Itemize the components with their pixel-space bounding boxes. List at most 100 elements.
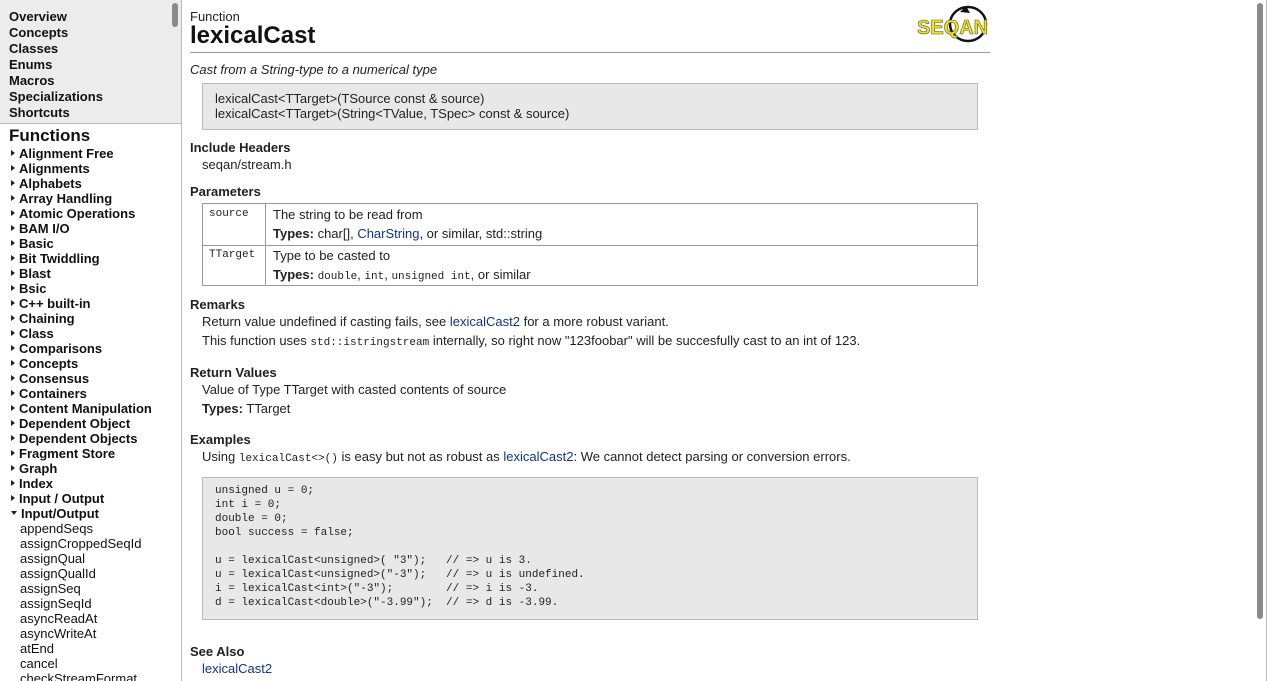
remarks-text: internally, so right now "123foobar" wil… [429, 333, 861, 348]
chevron-right-icon [11, 450, 15, 456]
chevron-right-icon [11, 435, 15, 441]
category-label: Alignments [19, 161, 90, 176]
chevron-right-icon [11, 495, 15, 501]
nav-enums-link[interactable]: Enums [9, 57, 52, 73]
category-item[interactable]: Alphabets [11, 176, 82, 191]
category-item[interactable]: Consensus [11, 371, 89, 386]
category-item[interactable]: Array Handling [11, 191, 112, 206]
category-item[interactable]: Concepts [11, 356, 78, 371]
remarks-line: Return value undefined if casting fails,… [202, 314, 669, 329]
chevron-down-icon [11, 511, 17, 515]
examples-intro: Using lexicalCast<>() is easy but not as… [202, 449, 851, 465]
function-item[interactable]: assignSeqId [20, 596, 92, 611]
function-item[interactable]: asyncReadAt [20, 611, 97, 626]
chevron-right-icon [11, 420, 15, 426]
summary: Cast from a String-type to a numerical t… [190, 62, 438, 77]
nav-specializations-link[interactable]: Specializations [9, 89, 103, 105]
lexicalcast2-link[interactable]: lexicalCast2 [450, 314, 520, 329]
types-list: char[], CharString, or similar, std::str… [318, 226, 543, 241]
category-label: Graph [19, 461, 58, 476]
chevron-right-icon [11, 480, 15, 486]
category-label: Input / Output [19, 491, 105, 506]
chevron-right-icon [11, 195, 15, 201]
see-also-link[interactable]: lexicalCast2 [202, 661, 272, 676]
category-item[interactable]: C++ built-in [11, 296, 91, 311]
category-label: Blast [19, 266, 51, 281]
function-item[interactable]: cancel [20, 656, 58, 671]
include-value: seqan/stream.h [202, 157, 292, 172]
category-label: Chaining [19, 311, 75, 326]
lexicalcast2-link[interactable]: lexicalCast2 [503, 449, 573, 464]
param-name: TTarget [209, 249, 256, 261]
table-row: source The string to be read from Types:… [203, 204, 977, 246]
category-item[interactable]: Blast [11, 266, 51, 281]
type-link[interactable]: CharString [357, 226, 419, 241]
function-item[interactable]: assignCroppedSeqId [20, 536, 141, 551]
type-text: char[] [317, 226, 351, 241]
chevron-right-icon [11, 240, 15, 246]
returns-heading: Return Values [190, 365, 277, 380]
function-item[interactable]: asyncWriteAt [20, 626, 96, 641]
category-item[interactable]: BAM I/O [11, 221, 70, 236]
function-item[interactable]: checkStreamFormat [20, 671, 137, 681]
category-item[interactable]: Input / Output [11, 491, 104, 506]
category-item[interactable]: Comparisons [11, 341, 102, 356]
category-item[interactable]: Basic [11, 236, 54, 251]
category-label: Bsic [19, 281, 47, 296]
category-expanded[interactable]: Input/Output [11, 506, 99, 521]
category-label: Bit Twiddling [19, 251, 100, 266]
nav-overview-link[interactable]: Overview [9, 9, 67, 25]
nav-macros-link[interactable]: Macros [9, 73, 55, 89]
returns-desc: Value of Type TTarget with casted conten… [202, 382, 507, 397]
page-scrollbar[interactable] [1257, 3, 1263, 619]
category-item[interactable]: Class [11, 326, 54, 341]
type-code: int [364, 271, 385, 283]
category-item[interactable]: Bit Twiddling [11, 251, 100, 266]
nav-classes-link[interactable]: Classes [9, 41, 58, 57]
category-item[interactable]: Content Manipulation [11, 401, 152, 416]
nav-shortcuts-link[interactable]: Shortcuts [9, 105, 70, 121]
sidebar-scrollbar[interactable] [172, 3, 178, 27]
see-also-heading: See Also [190, 644, 245, 659]
examples-text: Using [202, 449, 239, 464]
nav-concepts-link[interactable]: Concepts [9, 25, 68, 41]
category-item[interactable]: Graph [11, 461, 57, 476]
category-label: Basic [19, 236, 54, 251]
category-item[interactable]: Chaining [11, 311, 75, 326]
category-item[interactable]: Dependent Objects [11, 431, 137, 446]
category-item[interactable]: Containers [11, 386, 87, 401]
signature-line: lexicalCast<TTarget>(String<TValue, TSpe… [215, 106, 570, 121]
category-item[interactable]: Bsic [11, 281, 46, 296]
remarks-text: Return value undefined if casting fails,… [202, 314, 450, 329]
chevron-right-icon [11, 390, 15, 396]
param-name-cell: source [203, 204, 266, 245]
function-item[interactable]: assignQual [20, 551, 85, 566]
category-label: Index [19, 476, 53, 491]
remarks-text: for a more robust variant. [519, 314, 669, 329]
examples-code: lexicalCast<>() [238, 453, 338, 465]
category-item[interactable]: Atomic Operations [11, 206, 135, 221]
params-heading: Parameters [190, 184, 261, 199]
remarks-text: This function uses [202, 333, 311, 348]
function-item[interactable]: atEnd [20, 641, 54, 656]
types-label: Types: [273, 267, 314, 282]
category-item[interactable]: Fragment Store [11, 446, 115, 461]
category-item[interactable]: Alignment Free [11, 146, 114, 161]
category-label: C++ built-in [19, 296, 91, 311]
types-label: Types: [202, 401, 243, 416]
type-text: , or similar, std::string [419, 226, 543, 241]
function-item[interactable]: appendSeqs [20, 521, 93, 536]
seqan-logo[interactable]: SEQAN [916, 4, 990, 46]
category-item[interactable]: Alignments [11, 161, 90, 176]
category-label: Fragment Store [19, 446, 116, 461]
category-label: Alignment Free [19, 146, 114, 161]
category-item[interactable]: Index [11, 476, 53, 491]
chevron-right-icon [11, 360, 15, 366]
signature-box: lexicalCast<TTarget>(TSource const & sou… [202, 83, 978, 130]
function-item[interactable]: assignSeq [20, 581, 81, 596]
page-title: lexicalCast [190, 22, 316, 49]
types-list: double, int, unsigned int, or similar [318, 267, 531, 283]
category-item[interactable]: Dependent Object [11, 416, 130, 431]
chevron-right-icon [11, 270, 15, 276]
function-item[interactable]: assignQualId [20, 566, 96, 581]
